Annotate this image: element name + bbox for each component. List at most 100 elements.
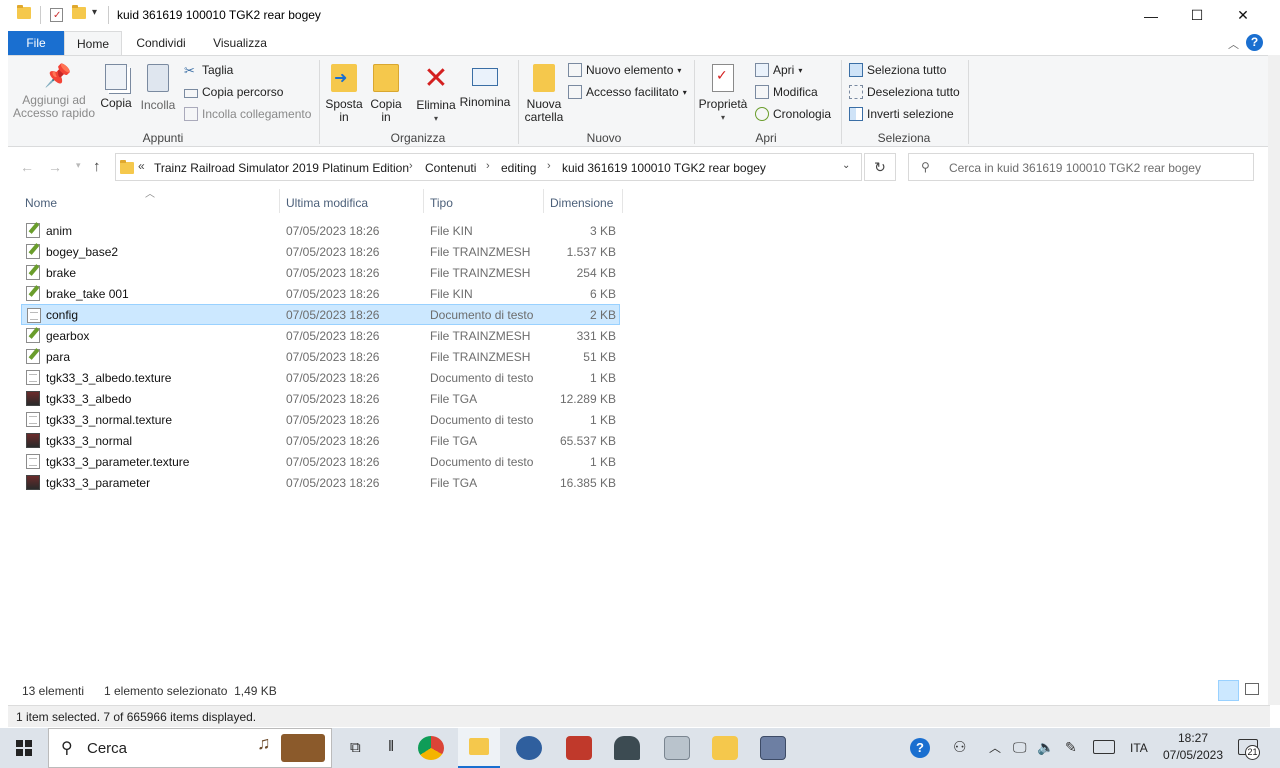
network-icon[interactable]: 🖵 [1013,739,1027,756]
app-window-icon[interactable] [760,736,786,760]
column-divider[interactable] [543,189,544,213]
windows-start-icon[interactable] [16,740,32,756]
new-item-button[interactable]: Nuovo elemento ▾ [568,63,681,77]
column-header-name[interactable]: Nome [25,196,57,210]
copy-path-button[interactable]: Copia percorso [184,85,283,99]
column-divider[interactable] [423,189,424,213]
details-view-icon[interactable] [1218,680,1239,701]
select-none-button[interactable]: Deseleziona tutto [849,85,960,99]
tab-home[interactable]: Home [64,31,122,55]
tab-share[interactable]: Condividi [126,31,196,55]
recent-locations-icon[interactable]: ▾ [76,160,81,171]
tab-file[interactable]: File [8,31,64,55]
breadcrumb-item[interactable]: Contenuti [425,161,476,175]
file-row[interactable]: tgk33_3_albedo.texture 07/05/2023 18:26 Do… [21,367,620,388]
column-divider[interactable] [279,189,280,213]
search-input[interactable]: ⚲ Cerca in kuid 361619 100010 TGK2 rear … [908,153,1254,181]
task-view-icon[interactable]: ⧉ [350,739,361,756]
rename-button[interactable]: Rinomina [458,62,512,109]
file-row[interactable]: tgk33_3_parameter.texture 07/05/2023 18:2… [21,451,620,472]
vertical-scrollbar[interactable] [1268,55,1280,705]
file-row-selected[interactable]: config 07/05/2023 18:26 Documento di testo… [21,304,620,325]
delete-button[interactable]: ✕ Elimina ▾ [414,62,458,125]
clock[interactable]: 18:27 07/05/2023 [1160,731,1226,762]
image-viewer-icon[interactable] [664,736,690,760]
folder-shortcut-icon[interactable] [712,736,738,760]
customize-quick-access-icon[interactable]: ▾ [92,7,97,18]
invert-selection-button[interactable]: Inverti selezione [849,107,954,121]
select-all-button[interactable]: Seleziona tutto [849,63,946,77]
file-row[interactable]: bogey_base2 07/05/2023 18:26 File TRAINZME… [21,241,620,262]
address-dropdown-icon[interactable]: ⌄ [842,160,850,171]
back-arrow-icon[interactable]: ← [20,159,34,175]
trainz-icon[interactable] [614,736,640,760]
breadcrumb-overflow[interactable]: « [138,159,145,173]
status-bar: 13 elementi 1 elemento selezionato 1,49 … [8,680,1270,702]
forward-arrow-icon[interactable]: → [48,159,62,175]
file-explorer-taskbar-button[interactable] [458,728,500,768]
file-row[interactable]: tgk33_3_normal.texture 07/05/2023 18:26 Do… [21,409,620,430]
volume-icon[interactable]: 🔈 [1037,739,1054,756]
column-header-size[interactable]: Dimensione [550,196,613,210]
notifications-icon[interactable]: 21 [1238,739,1260,760]
history-button[interactable]: Cronologia [755,107,831,121]
address-bar[interactable]: « Trainz Railroad Simulator 2019 Platinu… [115,153,862,181]
open-button[interactable]: Apri ▾ [755,63,802,77]
breadcrumb-separator-icon[interactable]: › [486,160,490,172]
cut-button[interactable]: ✂ Taglia [184,63,233,78]
tab-view[interactable]: Visualizza [204,31,276,55]
thunderbird-icon[interactable] [516,736,542,760]
collapse-ribbon-icon[interactable]: ︿ [1228,36,1239,52]
help-icon[interactable]: ? [1246,34,1263,51]
paste-button[interactable]: Incolla [138,62,178,112]
copy-to-button[interactable]: Copia in [366,62,406,124]
input-language[interactable]: ITA [1130,741,1148,755]
edit-button[interactable]: Modifica [755,85,818,99]
breadcrumb-item[interactable]: kuid 361619 100010 TGK2 rear bogey [562,161,766,175]
refresh-icon[interactable]: ↻ [864,153,896,181]
ccleaner-icon[interactable] [566,736,592,760]
column-header-modified[interactable]: Ultima modifica [286,196,368,210]
move-to-button[interactable]: ➜ Sposta in [324,62,364,124]
column-header-type[interactable]: Tipo [430,196,453,210]
up-arrow-icon[interactable]: ↑ [93,158,101,175]
column-divider[interactable] [622,189,623,213]
widgets-icon[interactable]: ‖ [388,738,394,755]
file-name: tgk33_3_parameter [46,476,151,490]
paste-link-button[interactable]: Incolla collegamento [184,107,311,121]
chrome-icon[interactable] [418,736,444,760]
file-row[interactable]: gearbox 07/05/2023 18:26 File TRAINZMESH 33… [21,325,620,346]
copy-button[interactable]: Copia [97,62,135,110]
easy-access-button[interactable]: Accesso facilitato ▾ [568,85,687,99]
breadcrumb-item[interactable]: editing [501,161,536,175]
properties-quick-icon[interactable]: ✓ [50,8,63,22]
file-row[interactable]: brake_take 001 07/05/2023 18:26 File KIN 6 … [21,283,620,304]
pen-icon[interactable]: ✎ [1065,739,1077,756]
breadcrumb-separator-icon[interactable]: › [409,160,413,172]
file-row[interactable]: para 07/05/2023 18:26 File TRAINZMESH 51 KB [21,346,620,367]
file-row[interactable]: tgk33_3_albedo 07/05/2023 18:26 File TGA 12… [21,388,620,409]
maximize-button[interactable]: ☐ [1174,0,1220,31]
taskbar-search-box[interactable]: ⚲ Cerca ♫ [48,728,332,768]
breadcrumb-separator-icon[interactable]: › [547,160,551,172]
new-folder-button[interactable]: Nuova cartella [522,62,566,124]
new-folder-quick-icon[interactable] [72,5,86,19]
pin-quick-access-button[interactable]: 📌 Aggiungi ad Accesso rapido [12,62,96,120]
file-row[interactable]: tgk33_3_parameter 07/05/2023 18:26 File TG… [21,472,620,493]
file-row[interactable]: brake 07/05/2023 18:26 File TRAINZMESH 254 … [21,262,620,283]
file-row[interactable]: anim 07/05/2023 18:26 File KIN 3 KB [21,220,620,241]
delete-label: Elimina [416,98,456,112]
people-icon[interactable]: ⚇ [953,738,966,756]
breadcrumb-item[interactable]: Trainz Railroad Simulator 2019 Platinum … [154,161,409,175]
properties-button[interactable]: ✓ Proprietà ▾ [698,62,748,124]
show-hidden-icons-chevron-icon[interactable]: ︿ [989,739,1001,756]
rename-icon [472,68,498,86]
help-tray-icon[interactable]: ? [910,738,930,758]
large-icons-view-icon[interactable] [1245,683,1259,695]
file-row[interactable]: tgk33_3_normal 07/05/2023 18:26 File TGA 65… [21,430,620,451]
minimize-button[interactable]: — [1128,0,1174,31]
group-label-appunti: Appunti [142,131,184,145]
keyboard-icon[interactable] [1093,740,1115,754]
close-button[interactable]: ✕ [1220,0,1266,31]
chevron-down-icon: ▾ [677,65,682,75]
